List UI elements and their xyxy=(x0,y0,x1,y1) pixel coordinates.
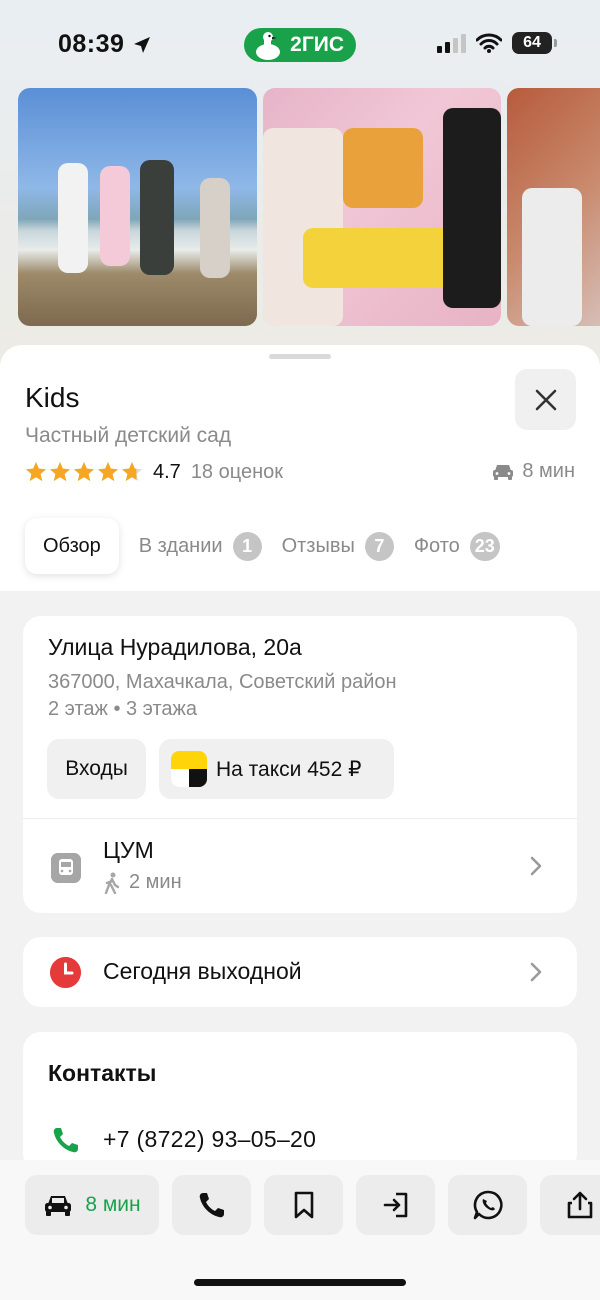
star-icon xyxy=(122,462,142,481)
contacts-heading: Контакты xyxy=(48,1060,157,1086)
close-icon xyxy=(535,389,556,410)
star-rating xyxy=(25,461,143,483)
bookmark-button[interactable] xyxy=(264,1175,343,1235)
star-icon xyxy=(50,462,70,481)
call-button[interactable] xyxy=(172,1175,251,1235)
photo-classroom[interactable] xyxy=(507,88,600,326)
walk-time-text: 2 мин xyxy=(129,871,182,893)
battery-level: 64 xyxy=(523,34,541,51)
tab-bar: Обзор В здании 1 Отзывы 7 Фото 23 xyxy=(25,518,500,574)
wifi-icon xyxy=(476,33,502,53)
tab-label: В здании xyxy=(138,534,223,557)
entrances-button[interactable]: Входы xyxy=(47,739,146,799)
enter-icon xyxy=(383,1192,407,1218)
close-button[interactable] xyxy=(515,369,576,430)
address-card: Улица Нурадилова, 20а 367000, Махачкала,… xyxy=(23,616,577,913)
chevron-right-icon xyxy=(530,856,542,876)
tab-badge: 1 xyxy=(232,531,262,561)
rating-value: 4.7 xyxy=(153,460,181,483)
phone-number[interactable]: +7 (8722) 93‒05‒20 xyxy=(103,1126,316,1153)
car-icon xyxy=(45,1196,72,1216)
hours-status: Сегодня выходной xyxy=(103,958,302,984)
brand-label: 2ГИС xyxy=(290,33,344,56)
star-icon xyxy=(74,462,94,481)
photo-playroom[interactable] xyxy=(263,88,501,326)
bus-icon xyxy=(51,853,81,883)
taxi-logo-icon xyxy=(171,751,207,787)
tab-reviews[interactable]: Отзывы 7 xyxy=(282,518,394,574)
route-button[interactable]: 8 мин xyxy=(25,1175,159,1235)
chevron-right-icon xyxy=(530,962,542,982)
drive-time[interactable]: 8 мин xyxy=(492,460,575,483)
tab-overview[interactable]: Обзор xyxy=(25,518,119,574)
share-icon xyxy=(567,1191,592,1219)
tab-in-building[interactable]: В здании 1 xyxy=(139,518,262,574)
phone-icon xyxy=(53,1128,78,1153)
signal-icon xyxy=(437,33,466,53)
whatsapp-button[interactable] xyxy=(448,1175,527,1235)
drive-time-text: 8 мин xyxy=(522,460,575,482)
transit-walk-time: 2 мин xyxy=(103,871,182,894)
photo-carousel[interactable] xyxy=(18,88,600,328)
enter-button[interactable] xyxy=(356,1175,435,1235)
taxi-button[interactable]: На такси 452 ₽ xyxy=(159,739,394,799)
address-city: 367000, Махачкала, Советский район xyxy=(48,671,397,693)
transit-row[interactable]: ЦУМ 2 мин xyxy=(23,819,577,913)
address-floors: 2 этаж • 3 этажа xyxy=(48,698,198,720)
phone-icon xyxy=(199,1193,224,1218)
star-icon xyxy=(98,462,118,481)
status-icons: 64 xyxy=(437,32,557,54)
contacts-card: Контакты +7 (8722) 93‒05‒20 xyxy=(23,1032,577,1172)
rating-row[interactable]: 4.7 18 оценок xyxy=(25,458,283,486)
star-icon xyxy=(26,462,46,481)
whatsapp-icon xyxy=(473,1190,503,1220)
goose-logo-icon xyxy=(256,32,280,60)
taxi-label: На такси 452 ₽ xyxy=(216,757,362,781)
home-indicator[interactable] xyxy=(194,1279,406,1286)
place-title: Kids xyxy=(25,382,80,413)
entrances-label: Входы xyxy=(65,757,128,780)
location-arrow-icon xyxy=(134,36,151,53)
tab-label: Отзывы xyxy=(281,534,355,557)
bookmark-icon xyxy=(294,1191,313,1219)
status-bar: 08:39 2ГИС 64 xyxy=(0,0,600,88)
battery-icon: 64 xyxy=(512,32,557,54)
clock-time: 08:39 xyxy=(58,30,152,59)
place-category: Частный детский сад xyxy=(25,424,232,447)
time-text: 08:39 xyxy=(58,30,125,58)
reviews-count: 18 оценок xyxy=(190,460,284,483)
action-buttons: 8 мин xyxy=(25,1175,600,1235)
transit-stop-name: ЦУМ xyxy=(103,837,154,863)
tab-badge: 7 xyxy=(364,531,394,561)
brand-badge[interactable]: 2ГИС xyxy=(244,28,356,62)
clock-icon xyxy=(50,957,81,988)
address-street[interactable]: Улица Нурадилова, 20а xyxy=(48,634,302,661)
walk-icon xyxy=(104,872,120,894)
tab-label: Обзор xyxy=(43,534,101,557)
car-icon xyxy=(493,464,514,480)
share-button[interactable] xyxy=(540,1175,600,1235)
sheet-grabber[interactable] xyxy=(269,354,331,359)
tab-badge: 23 xyxy=(469,531,500,561)
photo-beach[interactable] xyxy=(18,88,257,326)
hours-card[interactable]: Сегодня выходной xyxy=(23,937,577,1007)
tab-label: Фото xyxy=(413,534,460,557)
route-time: 8 мин xyxy=(85,1193,141,1216)
tab-photos[interactable]: Фото 23 xyxy=(414,518,500,574)
